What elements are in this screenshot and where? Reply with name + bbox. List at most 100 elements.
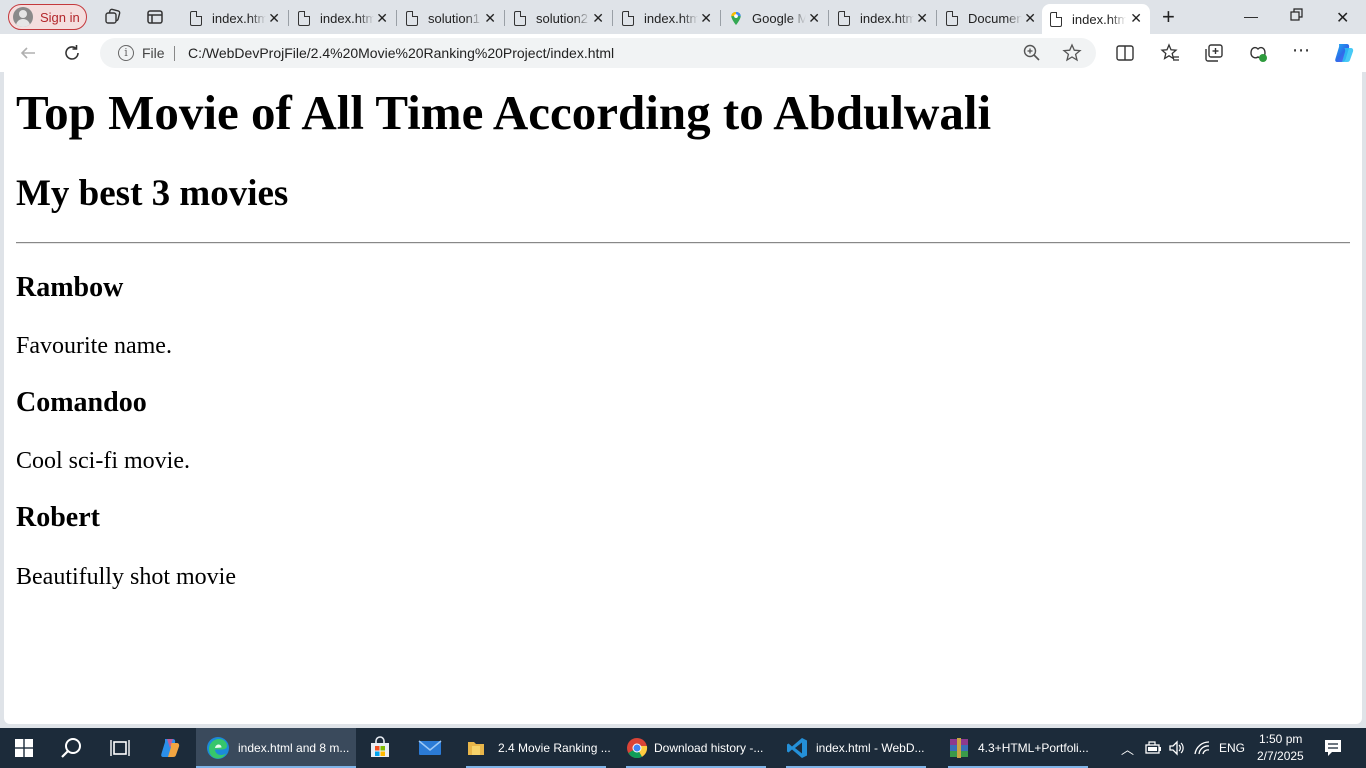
tab-title: solution2 bbox=[536, 10, 589, 26]
page-icon bbox=[622, 10, 634, 26]
back-icon[interactable] bbox=[18, 43, 38, 63]
taskbar-item-winrar[interactable]: 4.3+HTML+Portfoli... bbox=[942, 728, 1094, 768]
site-info-icon[interactable]: i bbox=[118, 45, 134, 61]
tab-separator bbox=[828, 10, 829, 26]
browser-tab[interactable]: Document ✕ bbox=[938, 4, 1044, 32]
tab-separator bbox=[720, 10, 721, 26]
wifi-icon[interactable] bbox=[1193, 740, 1211, 756]
page-icon bbox=[190, 10, 202, 26]
close-tab-icon[interactable]: ✕ bbox=[484, 11, 496, 25]
page-icon bbox=[298, 10, 310, 26]
tab-title: index.html bbox=[320, 10, 374, 26]
taskbar-item-mail[interactable] bbox=[418, 728, 444, 768]
windows-taskbar: index.html and 8 m... 2.4 Movie Ranking … bbox=[0, 728, 1366, 768]
close-window-icon[interactable]: ✕ bbox=[1336, 8, 1349, 28]
taskbar-item-label: 2.4 Movie Ranking ... bbox=[498, 741, 611, 755]
clock-time[interactable]: 1:50 pm bbox=[1259, 732, 1302, 746]
tab-title: Document bbox=[968, 10, 1022, 26]
collections-icon[interactable] bbox=[1204, 43, 1224, 63]
taskbar-item-label: index.html - WebD... bbox=[816, 741, 925, 755]
tab-separator bbox=[612, 10, 613, 26]
close-tab-icon[interactable]: ✕ bbox=[700, 11, 712, 25]
tab-title: index.html bbox=[860, 10, 914, 26]
close-tab-icon[interactable]: ✕ bbox=[268, 11, 280, 25]
movie-description: Beautifully shot movie bbox=[16, 564, 236, 590]
tab-separator bbox=[396, 10, 397, 26]
tab-title: Google Maps bbox=[752, 10, 806, 26]
tab-title: index.html bbox=[1072, 11, 1126, 27]
address-divider bbox=[174, 46, 175, 61]
taskbar-item-store[interactable] bbox=[368, 728, 394, 768]
browser-toolbar: i File C:/WebDevProjFile/2.4%20Movie%20R… bbox=[0, 34, 1366, 72]
tab-separator bbox=[936, 10, 937, 26]
close-tab-icon[interactable]: ✕ bbox=[1130, 11, 1142, 25]
close-tab-icon[interactable]: ✕ bbox=[592, 11, 604, 25]
volume-icon[interactable] bbox=[1168, 740, 1186, 756]
restore-icon[interactable] bbox=[1290, 8, 1304, 22]
favorites-icon[interactable] bbox=[1160, 43, 1180, 63]
copilot-taskbar-icon[interactable] bbox=[158, 736, 182, 760]
tab-separator bbox=[288, 10, 289, 26]
battery-icon[interactable] bbox=[1144, 740, 1162, 756]
browser-essentials-icon[interactable] bbox=[1248, 43, 1268, 63]
address-bar[interactable]: i File C:/WebDevProjFile/2.4%20Movie%20R… bbox=[100, 38, 1096, 68]
windows-start-icon[interactable] bbox=[15, 739, 33, 757]
sign-in-button[interactable]: Sign in bbox=[8, 4, 87, 30]
split-screen-icon[interactable] bbox=[1115, 43, 1135, 63]
show-hidden-icons-icon[interactable]: ︿ bbox=[1121, 739, 1134, 758]
notifications-icon[interactable] bbox=[1324, 739, 1342, 757]
close-tab-icon[interactable]: ✕ bbox=[808, 11, 820, 25]
tab-separator bbox=[504, 10, 505, 26]
workspaces-icon[interactable] bbox=[104, 8, 122, 26]
browser-tab-active[interactable]: index.html ✕ bbox=[1042, 4, 1150, 34]
taskbar-item-label: Download history -... bbox=[654, 741, 764, 755]
tab-actions-icon[interactable] bbox=[146, 8, 164, 26]
edge-icon bbox=[207, 737, 229, 759]
tab-title: index.html bbox=[644, 10, 698, 26]
browser-tab[interactable]: index.html ✕ bbox=[830, 4, 937, 32]
taskbar-item-edge[interactable]: index.html and 8 m... bbox=[196, 728, 356, 768]
browser-tab[interactable]: Google Maps ✕ bbox=[722, 4, 829, 32]
taskbar-item-chrome[interactable]: Download history -... bbox=[620, 728, 772, 768]
chrome-icon bbox=[627, 738, 648, 759]
browser-tab[interactable]: index.html ✕ bbox=[614, 4, 721, 32]
search-icon[interactable] bbox=[60, 736, 84, 760]
taskbar-item-vscode[interactable]: index.html - WebD... bbox=[780, 728, 932, 768]
tab-strip: Sign in index.html ✕ index.html ✕ soluti… bbox=[0, 0, 1366, 34]
input-language[interactable]: ENG bbox=[1219, 741, 1245, 755]
new-tab-icon[interactable]: + bbox=[1162, 6, 1175, 28]
movie-title: Comandoo bbox=[16, 387, 147, 418]
page-icon bbox=[1050, 11, 1062, 27]
mail-icon bbox=[418, 740, 442, 755]
zoom-icon[interactable] bbox=[1022, 43, 1042, 63]
store-icon bbox=[371, 736, 389, 757]
tab-title: solution1 bbox=[428, 10, 481, 26]
movie-description: Favourite name. bbox=[16, 333, 172, 359]
settings-more-icon[interactable]: ⋯ bbox=[1292, 40, 1312, 60]
url-text[interactable]: C:/WebDevProjFile/2.4%20Movie%20Ranking%… bbox=[188, 45, 614, 61]
clock-date[interactable]: 2/7/2025 bbox=[1257, 749, 1304, 763]
taskbar-item-explorer[interactable]: 2.4 Movie Ranking ... bbox=[460, 728, 612, 768]
browser-tab[interactable]: solution1 ✕ bbox=[398, 4, 505, 32]
taskbar-item-label: index.html and 8 m... bbox=[238, 741, 350, 755]
close-tab-icon[interactable]: ✕ bbox=[916, 11, 928, 25]
maps-pin-icon bbox=[731, 11, 741, 25]
taskbar-item-label: 4.3+HTML+Portfoli... bbox=[978, 741, 1089, 755]
tab-title: index.html bbox=[212, 10, 266, 26]
winrar-icon bbox=[950, 738, 968, 758]
page-icon bbox=[514, 10, 526, 26]
page-heading: Top Movie of All Time According to Abdul… bbox=[16, 85, 992, 140]
task-view-icon[interactable] bbox=[110, 738, 130, 758]
minimize-icon[interactable]: — bbox=[1244, 8, 1258, 24]
refresh-icon[interactable] bbox=[62, 43, 82, 63]
browser-tab[interactable]: index.html ✕ bbox=[290, 4, 397, 32]
copilot-icon[interactable] bbox=[1332, 41, 1356, 65]
browser-tab[interactable]: solution2 ✕ bbox=[506, 4, 613, 32]
folder-icon bbox=[468, 742, 484, 755]
favorite-star-icon[interactable] bbox=[1062, 43, 1082, 63]
close-tab-icon[interactable]: ✕ bbox=[1024, 11, 1036, 25]
browser-tab[interactable]: index.html ✕ bbox=[182, 4, 289, 32]
page-viewport: Top Movie of All Time According to Abdul… bbox=[4, 72, 1362, 724]
avatar-icon bbox=[13, 7, 33, 27]
close-tab-icon[interactable]: ✕ bbox=[376, 11, 388, 25]
